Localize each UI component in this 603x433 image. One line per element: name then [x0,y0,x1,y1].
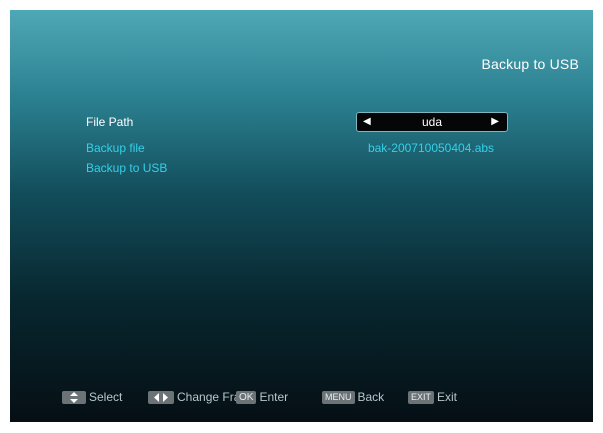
page-title: Backup to USB [481,56,579,72]
backup-file-label[interactable]: Backup file [86,141,145,155]
tv-screen: Backup to USB File Path Backup file Back… [10,10,593,422]
left-right-arrows-icon [148,390,174,404]
file-path-label[interactable]: File Path [86,115,133,129]
menu-key: MENU [322,390,355,404]
file-path-value: uda [421,115,443,129]
backup-file-value: bak-200710050404.abs [367,141,495,155]
enter-label: Enter [259,390,289,404]
footer-help-bar: Select Change Fram OK Enter MENU Back EX… [10,390,593,408]
exit-key: EXIT [408,390,435,404]
footer-back: MENU Back [322,390,384,404]
select-label: Select [89,390,123,404]
right-triangle-icon[interactable]: ▶ [491,116,499,127]
back-label: Back [357,390,385,404]
ok-key: OK [236,390,257,404]
file-path-selector[interactable]: ◀ uda ▶ [356,112,508,132]
footer-enter: OK Enter [236,390,288,404]
exit-label: Exit [437,390,458,404]
footer-select: Select [62,390,122,404]
footer-exit: EXIT Exit [408,390,457,404]
backup-to-usb-label[interactable]: Backup to USB [86,161,167,175]
up-down-arrows-icon [62,390,86,404]
